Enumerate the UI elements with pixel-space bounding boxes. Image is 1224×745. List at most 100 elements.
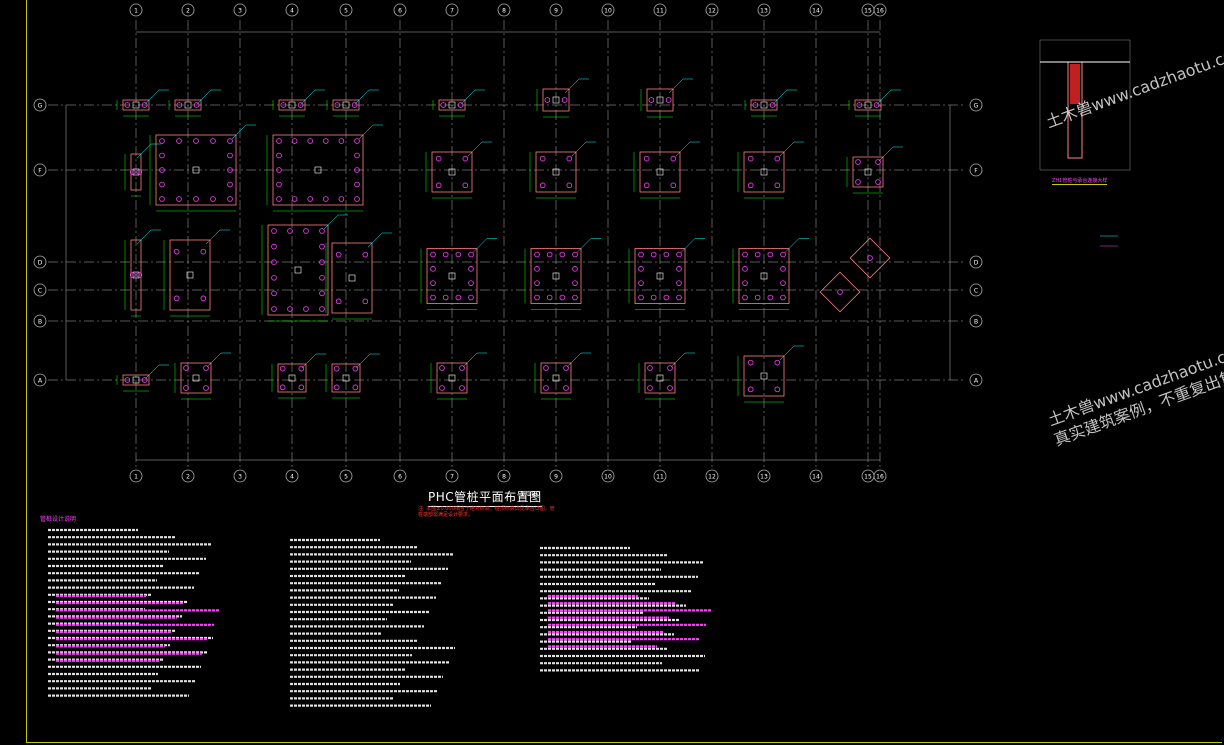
axis-label-col: 1: [134, 474, 138, 481]
axis-label-row: C: [974, 288, 978, 295]
axis-label-row: D: [38, 260, 43, 267]
leader-line: [355, 353, 371, 369]
pile-circle: [780, 266, 786, 272]
pile-circle: [875, 179, 881, 185]
pile-circle: [546, 294, 553, 301]
pile-circle: [539, 182, 546, 189]
pile-circle: [227, 152, 233, 159]
pile-circle: [780, 294, 786, 301]
leader-line: [878, 146, 894, 162]
pile-circle: [362, 251, 369, 258]
pile-circle: [442, 294, 449, 301]
pile-circle: [291, 138, 298, 144]
pile-circle: [319, 306, 325, 312]
axis-label-col: 11: [656, 8, 664, 15]
pile-circle: [468, 294, 474, 301]
detail-caption: ZH1管桩与承台连接大样: [1052, 178, 1108, 185]
pile-circle: [670, 182, 677, 189]
pile-circle: [276, 152, 282, 159]
pile-circle: [670, 155, 677, 162]
pile-circle: [643, 182, 650, 189]
pile-circle: [333, 384, 340, 391]
axis-label-col: 15: [864, 8, 872, 15]
pile-circle: [543, 385, 549, 391]
pile-circle: [561, 97, 568, 103]
pile-circle: [663, 294, 670, 301]
axis-label-col: 7: [450, 474, 454, 481]
leader-line: [564, 78, 580, 94]
pile-circle: [271, 228, 277, 234]
axis-label-col: 6: [398, 8, 402, 15]
pile-circle: [754, 251, 761, 258]
pile-circle: [271, 290, 277, 297]
pile-circle: [462, 182, 469, 189]
pile-circle: [667, 385, 673, 391]
pile-circle: [455, 294, 462, 301]
pile-circle: [276, 181, 282, 188]
pile-circle: [159, 138, 165, 144]
pile-cap-outline: [819, 271, 861, 313]
leader-line: [876, 89, 892, 105]
axis-label-col: 5: [344, 474, 348, 481]
pile-cap-outline: [180, 362, 212, 394]
pile-circle: [227, 181, 233, 188]
pile-circle: [544, 97, 551, 103]
pile-circle: [676, 251, 682, 258]
pile-circle: [774, 359, 781, 366]
leader-line: [136, 229, 152, 245]
leader-line: [231, 124, 247, 140]
leader-line: [300, 89, 316, 105]
axis-label-row: C: [38, 288, 42, 295]
pile-circle: [319, 228, 325, 234]
axis-label-col: 13: [760, 8, 768, 15]
pile-circle: [742, 251, 748, 258]
axis-label-col: 12: [708, 474, 716, 481]
pile-circle: [559, 251, 566, 258]
axis-label-col: 13: [760, 474, 768, 481]
axis-label-row: B: [974, 319, 978, 326]
pile-circle: [774, 182, 781, 189]
pile-circle: [333, 365, 340, 372]
plan-red-note: 注: 本图±0.000相当于绝对标高，桩顶标高详见承台详图，管桩端部需满足设计要…: [418, 506, 555, 518]
axis-label-col: 4: [290, 474, 294, 481]
pile-circle: [279, 365, 286, 372]
axis-label-col: 10: [604, 474, 612, 481]
leader-line: [779, 345, 795, 361]
pile-circle: [203, 385, 209, 391]
pile-circle: [210, 196, 216, 202]
axis-label-row: D: [974, 260, 979, 267]
pile-circle: [183, 385, 189, 391]
pile-circle: [307, 196, 314, 202]
pile-circle: [742, 280, 748, 286]
pile-circle: [430, 280, 436, 286]
pile-circle: [468, 251, 474, 258]
column-square: [348, 274, 356, 282]
pile-circle: [173, 295, 180, 302]
pile-cap-outline: [267, 224, 329, 316]
pile-circle: [650, 294, 657, 301]
pile-circle: [534, 266, 540, 272]
pile-circle: [338, 196, 345, 202]
pile-circle: [566, 182, 573, 189]
pile-circle: [159, 196, 165, 202]
leader-line: [136, 143, 152, 159]
leader-line: [323, 214, 339, 230]
pile-circle: [638, 251, 644, 258]
leader-line: [367, 232, 383, 248]
leader-line: [460, 89, 476, 105]
pile-circle: [676, 266, 682, 272]
pile-circle: [287, 306, 293, 312]
pile-circle: [855, 159, 861, 165]
pile-circle: [354, 196, 360, 202]
pile-circle: [747, 359, 754, 366]
pile-circle: [546, 251, 553, 258]
pile-circle: [867, 255, 873, 261]
pile-circle: [855, 179, 861, 185]
axis-label-row: F: [974, 168, 978, 175]
pile-circle: [638, 280, 644, 286]
pile-circle: [647, 365, 653, 371]
axis-label-row: A: [38, 378, 43, 385]
pile-circle: [767, 294, 774, 301]
pile-circle: [159, 152, 165, 159]
leader-line: [358, 124, 374, 140]
